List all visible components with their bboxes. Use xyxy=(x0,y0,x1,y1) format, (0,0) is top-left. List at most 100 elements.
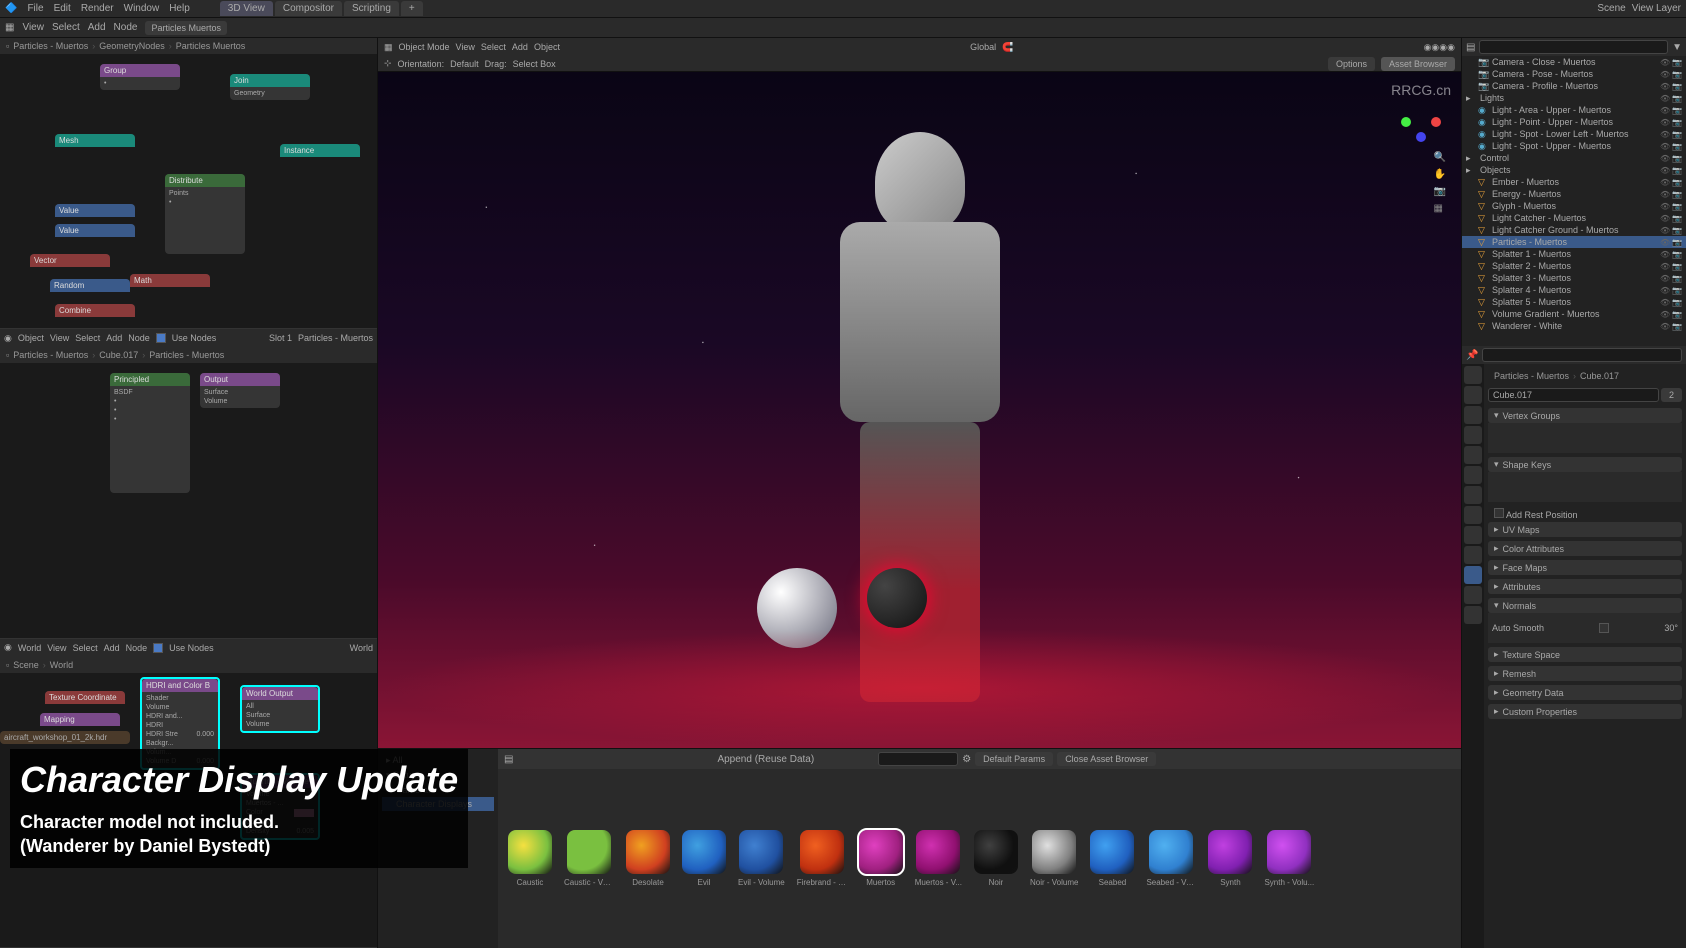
menu-render[interactable]: Render xyxy=(81,3,114,14)
close-asset-browser-btn[interactable]: Close Asset Browser xyxy=(1057,752,1156,766)
vis-icons[interactable]: 👁📷 xyxy=(1660,226,1682,235)
node-math[interactable]: Math xyxy=(130,274,210,287)
asset-item[interactable]: Seabed xyxy=(1090,830,1134,887)
ps-texspace[interactable]: ▸ Texture Space xyxy=(1488,647,1682,662)
vis-icons[interactable]: 👁📷 xyxy=(1660,214,1682,223)
ptab-render[interactable] xyxy=(1464,366,1482,384)
object-name-field[interactable] xyxy=(1488,388,1659,402)
outliner-row[interactable]: ▽Splatter 4 - Muertos👁📷 xyxy=(1462,284,1686,296)
st-object[interactable]: Object xyxy=(18,333,44,343)
vis-icons[interactable]: 👁📷 xyxy=(1660,250,1682,259)
vis-icons[interactable]: 👁📷 xyxy=(1660,298,1682,307)
prop-search[interactable] xyxy=(1482,348,1682,362)
wt-world[interactable]: World xyxy=(18,643,41,653)
vis-icons[interactable]: 👁📷 xyxy=(1660,94,1682,103)
vis-icons[interactable]: 👁📷 xyxy=(1660,322,1682,331)
node-combine[interactable]: Combine xyxy=(55,304,135,317)
asset-item[interactable]: Desolate xyxy=(626,830,670,887)
viewport-3d[interactable]: 🔍 ✋ 📷 ▦ RRCG.cn xyxy=(378,72,1461,748)
orientation-dropdown[interactable]: Default xyxy=(450,59,479,69)
ps-normals[interactable]: ▾ Normals xyxy=(1488,598,1682,613)
snap-icon[interactable]: 🧲 xyxy=(1002,42,1013,53)
st-add[interactable]: Add xyxy=(106,333,122,343)
vp-object[interactable]: Object xyxy=(534,42,560,52)
world-data[interactable]: World xyxy=(350,643,373,653)
outliner-row[interactable]: ▽Light Catcher - Muertos👁📷 xyxy=(1462,212,1686,224)
scene-dropdown[interactable]: Scene xyxy=(1597,3,1625,14)
outliner-row[interactable]: ▽Splatter 5 - Muertos👁📷 xyxy=(1462,296,1686,308)
outliner-row[interactable]: ▽Splatter 3 - Muertos👁📷 xyxy=(1462,272,1686,284)
node-random[interactable]: Random xyxy=(50,279,130,292)
ps-facemaps[interactable]: ▸ Face Maps xyxy=(1488,560,1682,575)
node-tex-coord[interactable]: Texture Coordinate xyxy=(45,691,125,704)
ptab-constraints[interactable] xyxy=(1464,546,1482,564)
shader-node-editor[interactable]: PrincipledBSDF••• OutputSurfaceVolume xyxy=(0,363,377,638)
vis-icons[interactable]: 👁📷 xyxy=(1660,142,1682,151)
wt-node[interactable]: Node xyxy=(126,643,148,653)
bc-particles[interactable]: Particles - Muertos xyxy=(13,41,88,51)
asset-item[interactable]: Caustic - Vol... xyxy=(564,830,614,887)
asset-item[interactable]: Muertos - V... xyxy=(915,830,962,887)
vis-icons[interactable]: 👁📷 xyxy=(1660,286,1682,295)
ps-colorattr[interactable]: ▸ Color Attributes xyxy=(1488,541,1682,556)
use-nodes-checkbox[interactable] xyxy=(156,333,166,343)
node-value2[interactable]: Value xyxy=(55,224,135,237)
node-hdri-path[interactable]: aircraft_workshop_01_2k.hdr xyxy=(0,731,130,744)
auto-smooth-val[interactable]: 30° xyxy=(1664,623,1678,633)
outliner-row[interactable]: ▽Energy - Muertos👁📷 xyxy=(1462,188,1686,200)
ptab-output[interactable] xyxy=(1464,386,1482,404)
vis-icons[interactable]: 👁📷 xyxy=(1660,82,1682,91)
ptab-viewlayer[interactable] xyxy=(1464,406,1482,424)
menu-edit[interactable]: Edit xyxy=(54,3,71,14)
node-principled[interactable]: PrincipledBSDF••• xyxy=(110,373,190,493)
ps-uvmaps[interactable]: ▸ UV Maps xyxy=(1488,522,1682,537)
node-value1[interactable]: Value xyxy=(55,204,135,217)
vis-icons[interactable]: 👁📷 xyxy=(1660,310,1682,319)
asset-search[interactable] xyxy=(878,752,958,766)
menu-help[interactable]: Help xyxy=(169,3,190,14)
sbc-mat[interactable]: Particles - Muertos xyxy=(149,350,224,360)
vis-icons[interactable]: 👁📷 xyxy=(1660,58,1682,67)
ptab-material[interactable] xyxy=(1464,586,1482,604)
asset-item[interactable]: Firebrand - V... xyxy=(797,830,847,887)
asset-item[interactable]: Evil xyxy=(682,830,726,887)
ps-attributes[interactable]: ▸ Attributes xyxy=(1488,579,1682,594)
vis-icons[interactable]: 👁📷 xyxy=(1660,262,1682,271)
pin-icon[interactable]: 📌 xyxy=(1466,350,1478,361)
wbc-world[interactable]: World xyxy=(50,660,73,670)
hdr-view[interactable]: View xyxy=(22,22,44,33)
outliner-row[interactable]: ▽Volume Gradient - Muertos👁📷 xyxy=(1462,308,1686,320)
outliner-row[interactable]: ▽Splatter 1 - Muertos👁📷 xyxy=(1462,248,1686,260)
bc-particles2[interactable]: Particles Muertos xyxy=(176,41,246,51)
ptab-physics[interactable] xyxy=(1464,526,1482,544)
outliner-row[interactable]: ▽Ember - Muertos👁📷 xyxy=(1462,176,1686,188)
outliner-row[interactable]: ▽Wanderer - White👁📷 xyxy=(1462,320,1686,332)
drag-dropdown[interactable]: Select Box xyxy=(513,59,556,69)
vp-global[interactable]: Global xyxy=(970,42,996,52)
menu-file[interactable]: File xyxy=(27,3,43,14)
vis-icons[interactable]: 👁📷 xyxy=(1660,166,1682,175)
outliner-row[interactable]: ◉Light - Point - Upper - Muertos👁📷 xyxy=(1462,116,1686,128)
ps-customprops[interactable]: ▸ Custom Properties xyxy=(1488,704,1682,719)
bc-geonodes[interactable]: GeometryNodes xyxy=(99,41,165,51)
st-select[interactable]: Select xyxy=(75,333,100,343)
slot-dropdown[interactable]: Slot 1 xyxy=(269,333,292,343)
wt-add[interactable]: Add xyxy=(104,643,120,653)
options-btn[interactable]: Options xyxy=(1328,57,1375,71)
vp-view[interactable]: View xyxy=(456,42,475,52)
ps-remesh[interactable]: ▸ Remesh xyxy=(1488,666,1682,681)
outliner-row[interactable]: ▽Glyph - Muertos👁📷 xyxy=(1462,200,1686,212)
vis-icons[interactable]: 👁📷 xyxy=(1660,202,1682,211)
ptab-world[interactable] xyxy=(1464,446,1482,464)
outliner-row[interactable]: 📷Camera - Profile - Muertos👁📷 xyxy=(1462,80,1686,92)
menu-window[interactable]: Window xyxy=(124,3,160,14)
wt-view[interactable]: View xyxy=(47,643,66,653)
wt-select[interactable]: Select xyxy=(73,643,98,653)
vis-icons[interactable]: 👁📷 xyxy=(1660,118,1682,127)
outliner-row[interactable]: 📷Camera - Close - Muertos👁📷 xyxy=(1462,56,1686,68)
vis-icons[interactable]: 👁📷 xyxy=(1660,154,1682,163)
asset-item[interactable]: Caustic xyxy=(508,830,552,887)
node-instance[interactable]: Instance xyxy=(280,144,360,157)
vis-icons[interactable]: 👁📷 xyxy=(1660,190,1682,199)
outliner-row[interactable]: ◉Light - Spot - Lower Left - Muertos👁📷 xyxy=(1462,128,1686,140)
